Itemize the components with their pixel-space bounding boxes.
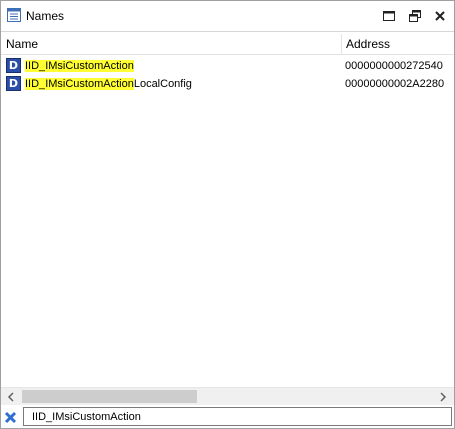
title-bar[interactable]: Names [1,1,454,32]
maximize-icon [383,11,395,21]
data-type-icon: D [6,58,21,73]
column-header: Name Address [1,32,454,55]
maximize-button[interactable] [380,7,398,25]
close-icon [435,11,445,21]
names-list: D IID_IMsiCustomAction 0000000000272540 … [1,55,454,385]
scroll-left-icon[interactable] [5,391,17,403]
filter-value: IID_IMsiCustomAction [32,411,141,423]
clear-filter-icon[interactable] [4,411,17,424]
column-separator[interactable] [341,34,342,54]
column-address-header[interactable]: Address [346,37,390,51]
list-window-icon [7,8,21,22]
restore-icon [409,10,421,22]
name-rest: LocalConfig [133,78,192,90]
horizontal-scrollbar[interactable] [1,387,454,405]
window-title: Names [26,9,65,23]
table-row[interactable]: D IID_IMsiCustomActionLocalConfig 000000… [1,75,454,93]
row-name: IID_IMsiCustomAction [25,60,134,72]
restore-button[interactable] [406,7,424,25]
scrollbar-thumb[interactable] [22,390,197,403]
filter-bar: IID_IMsiCustomAction [1,406,454,428]
table-row[interactable]: D IID_IMsiCustomAction 0000000000272540 [1,57,454,75]
column-name-header[interactable]: Name [6,37,38,51]
filter-input[interactable]: IID_IMsiCustomAction [23,407,452,426]
names-window: Names Name Address D IID_IMsiCustomActio… [0,0,455,429]
name-match: IMsiCustomAction [45,78,134,90]
name-match-prefix: IID_ [25,60,46,72]
name-match: IMsiCustomAction [45,60,134,72]
scroll-right-icon[interactable] [437,391,449,403]
row-name: IID_IMsiCustomActionLocalConfig [25,78,192,90]
row-address: 0000000000272540 [345,60,443,72]
row-address: 00000000002A2280 [345,78,445,90]
close-button[interactable] [431,7,449,25]
name-match-prefix: IID_ [25,78,46,90]
data-type-icon: D [6,76,21,91]
